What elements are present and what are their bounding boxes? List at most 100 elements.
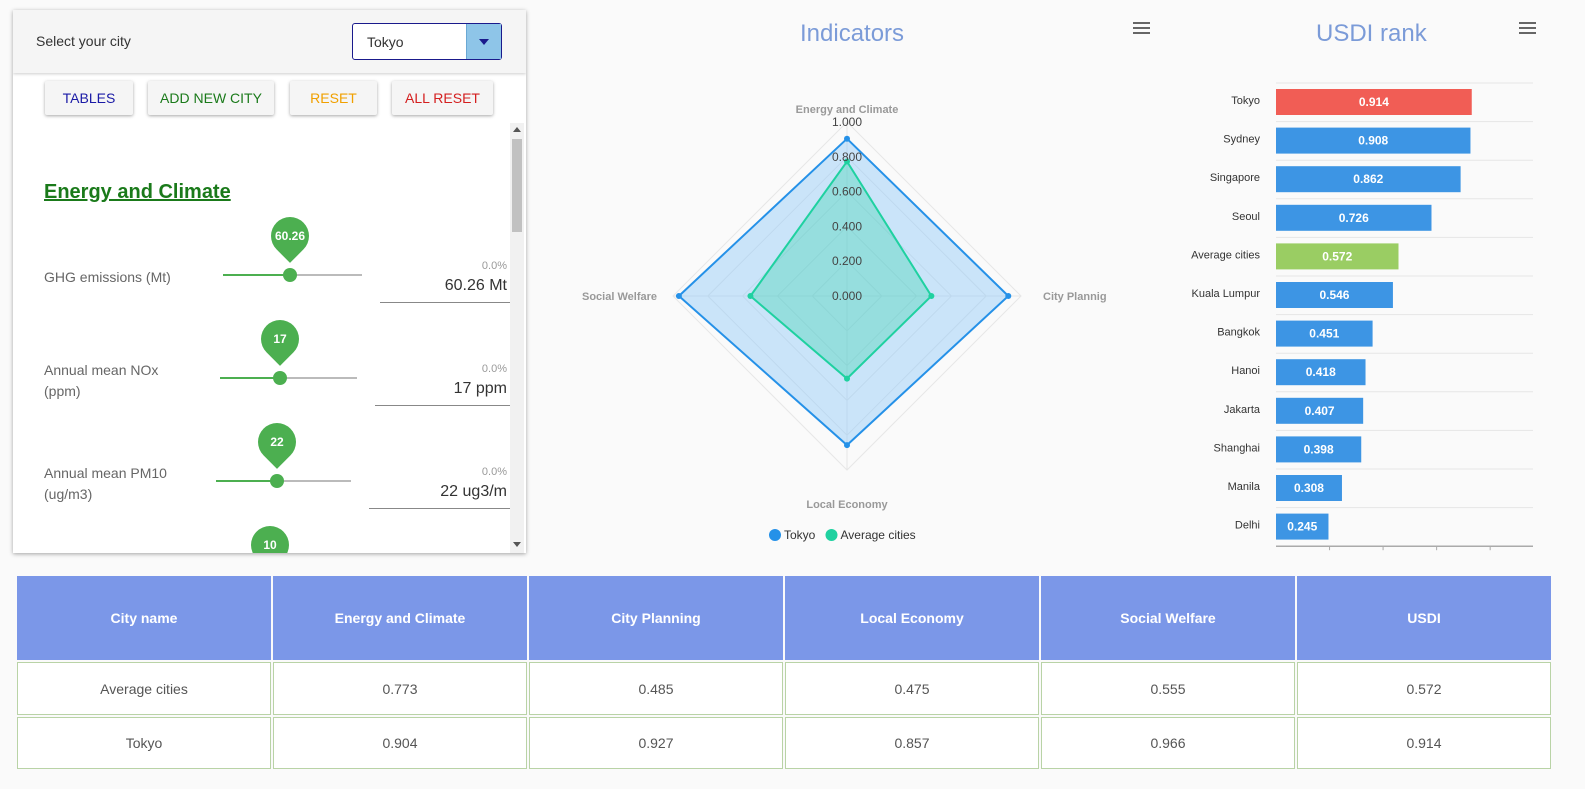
bar-value-label: 0.546 (1319, 288, 1349, 302)
slider-bubble-text: 10 (263, 538, 277, 552)
radar-tick-label: 0.600 (832, 185, 862, 199)
radar-tick-label: 0.000 (832, 289, 862, 303)
reset-button[interactable]: RESET (290, 81, 377, 115)
radar-point[interactable] (844, 135, 850, 142)
column-header: City name (17, 576, 271, 660)
menu-icon[interactable] (1133, 22, 1150, 34)
indicator-scroll-area[interactable]: Energy and Climate GHG emissions (Mt) 60… (13, 123, 526, 553)
bar-value-label: 0.407 (1305, 404, 1335, 418)
table-cell: 0.475 (785, 662, 1039, 715)
bar-category-label: Manila (1228, 481, 1261, 493)
bar-category-label: Sydney (1223, 134, 1260, 146)
input-underline (380, 302, 510, 303)
bar-value-label: 0.726 (1339, 211, 1369, 225)
slider-percent: 0.0% (481, 363, 507, 375)
column-header: City Planning (529, 576, 783, 660)
bar-value-label: 0.245 (1287, 520, 1317, 534)
chevron-down-icon[interactable] (466, 24, 501, 59)
column-header: Energy and Climate (273, 576, 527, 660)
radar-point[interactable] (928, 293, 935, 299)
slider-percent: 0.0% (481, 260, 507, 272)
bar-value-label: 0.572 (1322, 249, 1352, 263)
add-new-city-button[interactable]: ADD NEW CITY (148, 81, 274, 115)
slider-track[interactable] (223, 268, 362, 282)
table-row: Average cities 0.773 0.485 0.475 0.555 0… (17, 662, 1551, 715)
slider-row: Annual mean PM10 (ug/m3) 22 0.0% 22 ug3/… (13, 415, 510, 517)
scrollbar-thumb[interactable] (512, 139, 522, 232)
input-underline (375, 405, 510, 406)
city-select-label: Select your city (36, 33, 131, 49)
table-cell: 0.966 (1041, 717, 1295, 769)
slider-label: Annual mean NOx (ppm) (44, 362, 159, 399)
table-row: Tokyo 0.904 0.927 0.857 0.966 0.914 (17, 717, 1551, 769)
radar-point[interactable] (747, 293, 754, 299)
bar-category-label: Delhi (1235, 520, 1260, 532)
bar-value-label: 0.418 (1306, 365, 1336, 379)
input-underline (369, 508, 510, 509)
slider-fill (223, 274, 290, 276)
radar-tick-label: 0.800 (832, 150, 862, 164)
bar-category-label: Seoul (1232, 211, 1260, 223)
bar-value-label: 0.914 (1359, 95, 1389, 109)
table-cell: 0.904 (273, 717, 527, 769)
slider-handle[interactable] (270, 474, 284, 488)
column-header: Local Economy (785, 576, 1039, 660)
radar-point[interactable] (675, 293, 682, 299)
table-cell: 0.773 (273, 662, 527, 715)
left-panel: Select your city Tokyo TABLES ADD NEW CI… (13, 10, 526, 553)
radar-axis-label: Local Economy (806, 499, 888, 511)
radar-point[interactable] (1005, 293, 1012, 299)
bar-value-label: 0.862 (1353, 172, 1383, 186)
scroll-down-arrow-icon[interactable] (513, 542, 521, 547)
table-cell: 0.857 (785, 717, 1039, 769)
legend-label[interactable]: Tokyo (784, 528, 816, 542)
city-select-value: Tokyo (367, 34, 404, 50)
table-cell: Average cities (17, 662, 271, 715)
scrollbar[interactable] (510, 123, 524, 553)
slider-row: GHG emissions (Mt) 60.26 0.0% 60.26 Mt (13, 209, 510, 311)
table-cell: Tokyo (17, 717, 271, 769)
menu-icon[interactable] (1519, 22, 1536, 34)
city-select-bar: Select your city Tokyo (13, 10, 526, 73)
table-cell: 0.555 (1041, 662, 1295, 715)
table-cell: 0.572 (1297, 662, 1551, 715)
bar-category-label: Shanghai (1214, 442, 1261, 454)
radar-tick-label: 0.200 (832, 254, 862, 268)
slider-track[interactable] (216, 474, 351, 488)
column-header: USDI (1297, 576, 1551, 660)
radar-point[interactable] (844, 375, 850, 382)
section-title: Energy and Climate (44, 181, 231, 203)
bar-category-label: Kuala Lumpur (1192, 288, 1261, 300)
legend-marker[interactable] (769, 529, 781, 541)
bar-value-label: 0.451 (1309, 327, 1339, 341)
indicators-chart-title: Indicators (800, 20, 905, 47)
all-reset-button[interactable]: ALL RESET (392, 81, 493, 115)
bar-category-label: Tokyo (1231, 95, 1260, 107)
slider-handle[interactable] (273, 371, 287, 385)
bar-category-label: Hanoi (1231, 365, 1260, 377)
city-data-table: City name Energy and Climate City Planni… (15, 576, 1553, 769)
radar-legend: Tokyo Average cities (769, 528, 916, 542)
slider-track[interactable] (220, 371, 357, 385)
bar-category-label: Average cities (1191, 249, 1260, 261)
slider-value-input[interactable]: 17 ppm (375, 380, 507, 398)
legend-marker[interactable] (825, 529, 838, 541)
table-cell: 0.927 (529, 717, 783, 769)
slider-value-input[interactable]: 60.26 Mt (380, 277, 507, 295)
slider-bubble-text: 17 (273, 332, 287, 346)
bar-category-label: Singapore (1210, 172, 1260, 184)
slider-handle[interactable] (283, 268, 297, 282)
legend-label[interactable]: Average cities (841, 528, 916, 542)
tables-button[interactable]: TABLES (45, 81, 133, 115)
scroll-up-arrow-icon[interactable] (513, 127, 521, 132)
indicators-radar-chart: 0.000 0.200 0.400 0.600 0.800 1.000Energy and… (582, 104, 1107, 542)
slider-value-input[interactable]: 22 ug3/m (369, 483, 507, 501)
bar-value-label: 0.398 (1304, 442, 1334, 456)
city-select-dropdown[interactable]: Tokyo (352, 23, 502, 60)
slider-bubble-text: 60.26 (274, 229, 306, 243)
radar-point[interactable] (844, 442, 850, 449)
table-cell: 0.485 (529, 662, 783, 715)
slider-label: Annual mean PM10 (ug/m3) (44, 465, 167, 502)
radar-axis-label: Social Welfare (582, 291, 657, 303)
slider-row: 10 (13, 518, 510, 553)
